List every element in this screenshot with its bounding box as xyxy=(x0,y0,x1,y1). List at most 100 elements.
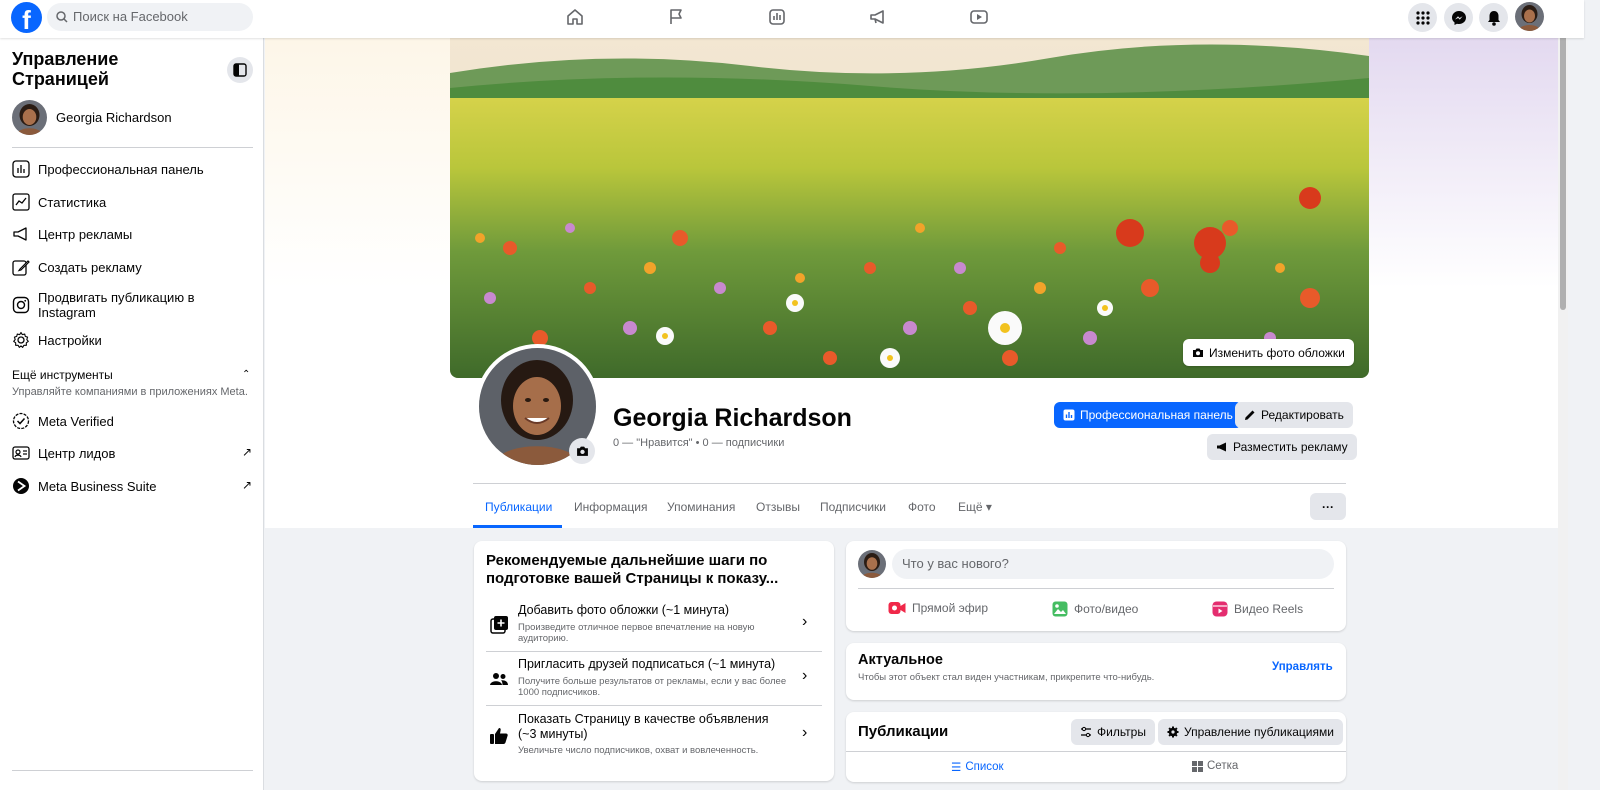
sidebar-item-professional-dashboard[interactable]: Профессиональная панель xyxy=(11,159,204,179)
messenger-icon[interactable] xyxy=(1444,3,1473,32)
reco-invite-friends[interactable]: Пригласить друзей подписаться (~1 минута… xyxy=(486,657,822,705)
megaphone-icon xyxy=(11,224,31,244)
sidebar-profile[interactable]: Georgia Richardson xyxy=(12,100,172,135)
page-stats[interactable]: 0 — "Нравится" • 0 — подписчики xyxy=(613,437,784,449)
sidebar-divider xyxy=(12,770,253,771)
gear-icon xyxy=(1167,726,1179,738)
grid-view-label: Сетка xyxy=(1207,760,1239,772)
pencil-icon xyxy=(1245,410,1255,420)
featured-title: Актуальное xyxy=(858,652,943,668)
reels-icon xyxy=(1212,601,1228,617)
search-icon xyxy=(56,11,68,23)
cover-backdrop-left xyxy=(265,38,450,288)
reco-add-cover[interactable]: Добавить фото обложки (~1 минута) Произв… xyxy=(486,603,822,651)
flag-icon[interactable] xyxy=(664,5,688,29)
sidebar-item-business-suite[interactable]: Meta Business Suite ↗ xyxy=(11,476,261,496)
reco-divider xyxy=(486,705,822,706)
filters-button[interactable]: Фильтры xyxy=(1071,719,1155,745)
menu-grid-icon[interactable] xyxy=(1408,3,1437,32)
grid-view-tab[interactable]: Сетка xyxy=(1192,760,1238,772)
reco-item-title: Пригласить друзей подписаться (~1 минута… xyxy=(518,657,776,671)
filters-icon xyxy=(1081,726,1091,738)
home-icon[interactable] xyxy=(563,5,587,29)
post-composer: Что у вас нового? Прямой эфир Фото/видео… xyxy=(846,541,1346,631)
edit-label: Редактировать xyxy=(1261,408,1344,422)
insights-icon[interactable] xyxy=(765,5,789,29)
dashboard-icon xyxy=(11,159,31,179)
chevron-right-icon: › xyxy=(802,613,808,630)
tab-posts[interactable]: Публикации xyxy=(485,500,552,514)
change-cover-button[interactable]: Изменить фото обложки xyxy=(1183,339,1354,366)
sidebar-item-label: Профессиональная панель xyxy=(38,161,204,177)
camera-icon xyxy=(1193,348,1203,357)
grid-icon xyxy=(1192,760,1203,772)
featured-manage-link[interactable]: Управлять xyxy=(1272,661,1333,673)
sidebar-item-label: Продвигать публикацию в Instagram xyxy=(38,290,195,320)
more-tools-subtitle: Управляйте компаниями в приложениях Meta… xyxy=(12,386,248,398)
search-input[interactable]: Поиск на Facebook xyxy=(47,3,253,31)
gear-icon xyxy=(11,330,31,350)
sidebar: Управление Страницей Georgia Richardson … xyxy=(0,38,264,790)
scrollbar-thumb[interactable] xyxy=(1560,20,1566,310)
professional-dashboard-label: Профессиональная панель xyxy=(1080,408,1233,422)
sidebar-profile-name: Georgia Richardson xyxy=(56,110,172,125)
sidebar-item-statistics[interactable]: Статистика xyxy=(11,192,106,212)
sidebar-item-meta-verified[interactable]: Meta Verified xyxy=(11,411,114,431)
live-video-button[interactable]: Прямой эфир xyxy=(888,601,988,615)
active-tab-indicator xyxy=(473,525,562,528)
sidebar-item-promote-instagram[interactable]: Продвигать публикацию в Instagram xyxy=(11,290,218,320)
reco-promote-page[interactable]: Показать Страницу в качестве объявления … xyxy=(486,712,822,772)
sidebar-item-label: Создать рекламу xyxy=(38,259,142,275)
whats-new-input[interactable]: Что у вас нового? xyxy=(892,549,1334,579)
sidebar-item-create-ad[interactable]: Создать рекламу xyxy=(11,257,142,277)
photo-video-button[interactable]: Фото/видео xyxy=(1052,601,1138,617)
list-view-tab[interactable]: ☰ Список xyxy=(951,760,1004,774)
tab-about[interactable]: Информация xyxy=(574,500,647,514)
collapse-sidebar-icon[interactable] xyxy=(227,57,253,83)
video-icon[interactable] xyxy=(967,5,991,29)
reco-item-title: Добавить фото обложки (~1 минута) xyxy=(518,603,730,617)
megaphone-icon[interactable] xyxy=(866,5,890,29)
sidebar-item-label: Настройки xyxy=(38,332,102,348)
sidebar-title: Управление Страницей xyxy=(12,49,119,89)
professional-dashboard-button[interactable]: Профессиональная панель xyxy=(1054,402,1242,428)
tab-more[interactable]: Ещё ▾ xyxy=(958,500,992,514)
camera-icon xyxy=(576,446,588,456)
bell-icon[interactable] xyxy=(1479,3,1508,32)
sidebar-item-leads-center[interactable]: Центр лидов ↗ xyxy=(11,443,261,463)
edit-button[interactable]: Редактировать xyxy=(1235,402,1353,428)
verified-icon xyxy=(11,411,31,431)
tab-mentions[interactable]: Упоминания xyxy=(667,500,735,514)
tab-reviews[interactable]: Отзывы xyxy=(756,500,800,514)
tab-photos[interactable]: Фото xyxy=(908,500,936,514)
flower-field-image xyxy=(450,38,1369,378)
more-tools-heading[interactable]: Ещё инструменты xyxy=(12,368,113,382)
megaphone-icon xyxy=(1217,442,1226,452)
tab-followers[interactable]: Подписчики xyxy=(820,500,886,514)
chevron-up-icon[interactable]: ⌃ xyxy=(242,369,250,380)
page-title: Georgia Richardson xyxy=(613,404,852,432)
more-options-button[interactable]: ··· xyxy=(1310,493,1346,520)
tabs-divider xyxy=(473,483,1346,484)
reels-button[interactable]: Видео Reels xyxy=(1212,601,1303,617)
facebook-logo[interactable]: f xyxy=(11,2,42,33)
sidebar-item-ads-center[interactable]: Центр рекламы xyxy=(11,224,132,244)
account-avatar[interactable] xyxy=(1515,2,1544,31)
manage-posts-label: Управление публикациями xyxy=(1184,725,1334,739)
live-video-label: Прямой эфир xyxy=(912,601,988,615)
advertise-button[interactable]: Разместить рекламу xyxy=(1207,434,1357,460)
reco-item-subtitle: Увеличьте число подписчиков, охват и вов… xyxy=(518,745,759,756)
cover-photo[interactable] xyxy=(450,38,1369,378)
chevron-right-icon: › xyxy=(802,724,808,741)
featured-card: Актуальное Чтобы этот объект стал виден … xyxy=(846,643,1346,700)
sidebar-item-settings[interactable]: Настройки xyxy=(11,330,102,350)
sidebar-item-label: Meta Verified xyxy=(38,413,114,429)
reels-label: Видео Reels xyxy=(1234,602,1304,616)
filters-label: Фильтры xyxy=(1097,725,1146,739)
manage-posts-button[interactable]: Управление публикациями xyxy=(1158,719,1343,745)
reco-item-title: Показать Страницу в качестве объявления … xyxy=(518,712,769,741)
posts-card: Публикации Фильтры Управление публикация… xyxy=(846,712,1346,782)
update-profile-picture-button[interactable] xyxy=(569,438,595,464)
avatar[interactable] xyxy=(858,550,886,578)
advertise-label: Разместить рекламу xyxy=(1233,440,1348,454)
